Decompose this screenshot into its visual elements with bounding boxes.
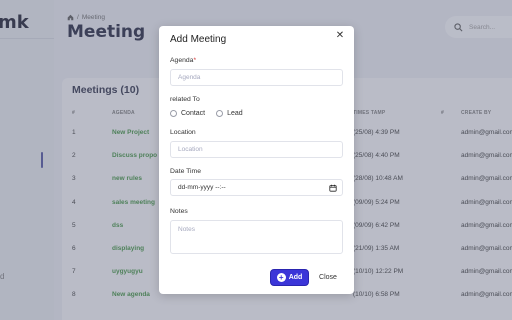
plus-icon: + bbox=[276, 273, 286, 282]
calendar-icon[interactable] bbox=[329, 184, 337, 192]
datetime-label: Date Time bbox=[170, 168, 201, 175]
add-button-label: Add bbox=[288, 274, 303, 281]
modal-title: Add Meeting bbox=[170, 34, 227, 45]
related-to-label: related To bbox=[170, 96, 200, 103]
close-icon[interactable]: ✕ bbox=[334, 30, 346, 42]
agenda-input[interactable] bbox=[170, 69, 343, 86]
datetime-input[interactable]: dd-mm-yyyy --:-- bbox=[170, 179, 343, 196]
contact-radio[interactable] bbox=[170, 110, 177, 117]
location-label: Location bbox=[170, 129, 196, 136]
lead-radio[interactable] bbox=[216, 110, 224, 117]
datetime-value: dd-mm-yyyy --:-- bbox=[178, 184, 226, 191]
notes-textarea[interactable] bbox=[170, 220, 343, 254]
add-meeting-modal: Add Meeting ✕ Agenda* related To Contact… bbox=[159, 26, 354, 294]
location-input[interactable] bbox=[170, 141, 343, 158]
related-to-radio-group: Contact Lead bbox=[170, 110, 243, 117]
add-button[interactable]: + Add bbox=[270, 269, 309, 286]
required-mark: * bbox=[193, 57, 197, 64]
lead-radio-label[interactable]: Lead bbox=[227, 110, 243, 117]
contact-radio-label[interactable]: Contact bbox=[181, 110, 205, 117]
agenda-label-text: Agenda bbox=[170, 57, 194, 64]
close-button[interactable]: Close bbox=[311, 269, 345, 286]
notes-label: Notes bbox=[170, 208, 188, 215]
agenda-label: Agenda* bbox=[170, 57, 196, 64]
